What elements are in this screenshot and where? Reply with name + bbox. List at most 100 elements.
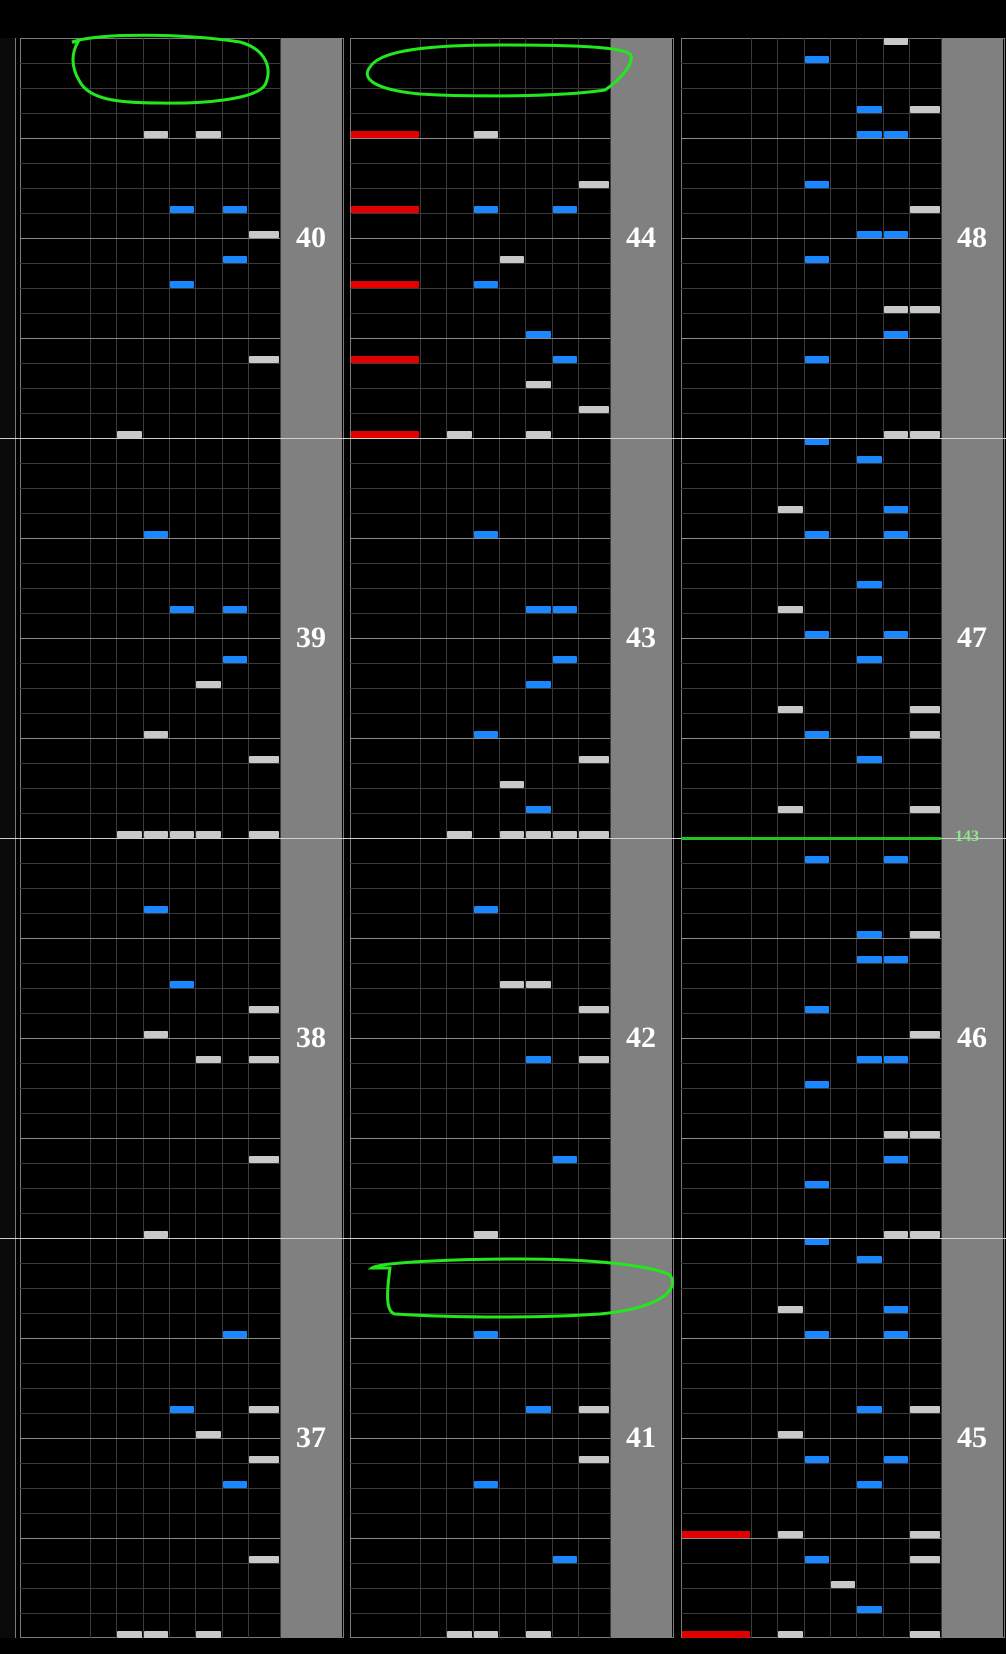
key-note[interactable] [196, 831, 221, 838]
key-note[interactable] [249, 1156, 279, 1163]
key-note[interactable] [884, 431, 908, 438]
key-note[interactable] [910, 731, 940, 738]
key-note[interactable] [778, 506, 803, 513]
key-note[interactable] [170, 981, 194, 988]
key-note[interactable] [910, 106, 940, 113]
key-note[interactable] [249, 1006, 279, 1013]
key-note[interactable] [884, 1306, 908, 1313]
scratch-note[interactable] [351, 131, 419, 138]
key-note[interactable] [910, 206, 940, 213]
key-note[interactable] [857, 1056, 882, 1063]
key-note[interactable] [884, 1056, 908, 1063]
key-note[interactable] [884, 331, 908, 338]
key-note[interactable] [884, 1456, 908, 1463]
key-note[interactable] [144, 1231, 168, 1238]
key-note[interactable] [857, 1481, 882, 1488]
key-note[interactable] [778, 1631, 803, 1638]
key-note[interactable] [910, 706, 940, 713]
key-note[interactable] [805, 1331, 829, 1338]
key-note[interactable] [579, 181, 609, 188]
key-note[interactable] [117, 1631, 142, 1638]
key-note[interactable] [500, 256, 524, 263]
key-note[interactable] [447, 831, 472, 838]
key-note[interactable] [249, 231, 279, 238]
key-note[interactable] [579, 1456, 609, 1463]
key-note[interactable] [910, 306, 940, 313]
key-note[interactable] [170, 606, 194, 613]
key-note[interactable] [196, 131, 221, 138]
key-note[interactable] [553, 356, 577, 363]
key-note[interactable] [144, 731, 168, 738]
key-note[interactable] [778, 606, 803, 613]
key-note[interactable] [857, 956, 882, 963]
key-note[interactable] [144, 531, 168, 538]
key-note[interactable] [884, 1131, 908, 1138]
key-note[interactable] [474, 731, 498, 738]
key-note[interactable] [857, 1406, 882, 1413]
key-note[interactable] [884, 1331, 908, 1338]
key-note[interactable] [526, 681, 551, 688]
key-note[interactable] [884, 856, 908, 863]
key-note[interactable] [857, 106, 882, 113]
key-note[interactable] [474, 1481, 498, 1488]
key-note[interactable] [170, 831, 194, 838]
key-note[interactable] [500, 981, 524, 988]
key-note[interactable] [196, 1631, 221, 1638]
key-note[interactable] [553, 656, 577, 663]
key-note[interactable] [805, 1238, 829, 1245]
key-note[interactable] [526, 831, 551, 838]
key-note[interactable] [553, 206, 577, 213]
key-note[interactable] [910, 1131, 940, 1138]
key-note[interactable] [805, 1556, 829, 1563]
key-note[interactable] [805, 56, 829, 63]
scratch-note[interactable] [351, 206, 419, 213]
key-note[interactable] [910, 1531, 940, 1538]
key-note[interactable] [526, 606, 551, 613]
key-note[interactable] [170, 281, 194, 288]
key-note[interactable] [474, 531, 498, 538]
key-note[interactable] [805, 356, 829, 363]
key-note[interactable] [223, 206, 247, 213]
key-note[interactable] [778, 706, 803, 713]
key-note[interactable] [117, 431, 142, 438]
key-note[interactable] [223, 656, 247, 663]
key-note[interactable] [196, 1056, 221, 1063]
key-note[interactable] [170, 206, 194, 213]
key-note[interactable] [579, 756, 609, 763]
scratch-note[interactable] [351, 281, 419, 288]
scratch-note[interactable] [351, 431, 419, 438]
key-note[interactable] [223, 1481, 247, 1488]
key-note[interactable] [144, 831, 168, 838]
key-note[interactable] [805, 438, 829, 445]
key-note[interactable] [474, 1231, 498, 1238]
key-note[interactable] [778, 1531, 803, 1538]
key-note[interactable] [526, 1056, 551, 1063]
key-note[interactable] [579, 406, 609, 413]
key-note[interactable] [144, 906, 168, 913]
key-note[interactable] [526, 431, 551, 438]
key-note[interactable] [857, 456, 882, 463]
scratch-note[interactable] [351, 356, 419, 363]
key-note[interactable] [474, 281, 498, 288]
key-note[interactable] [474, 1331, 498, 1338]
key-note[interactable] [223, 1331, 247, 1338]
key-note[interactable] [805, 1456, 829, 1463]
key-note[interactable] [117, 831, 142, 838]
key-note[interactable] [884, 131, 908, 138]
key-note[interactable] [553, 606, 577, 613]
key-note[interactable] [884, 231, 908, 238]
key-note[interactable] [884, 631, 908, 638]
key-note[interactable] [884, 306, 908, 313]
key-note[interactable] [196, 681, 221, 688]
key-note[interactable] [831, 1581, 855, 1588]
scratch-note[interactable] [682, 1531, 750, 1538]
key-note[interactable] [805, 731, 829, 738]
key-note[interactable] [778, 1431, 803, 1438]
key-note[interactable] [910, 806, 940, 813]
key-note[interactable] [805, 181, 829, 188]
key-note[interactable] [857, 231, 882, 238]
key-note[interactable] [910, 1031, 940, 1038]
key-note[interactable] [526, 806, 551, 813]
key-note[interactable] [526, 981, 551, 988]
key-note[interactable] [249, 756, 279, 763]
